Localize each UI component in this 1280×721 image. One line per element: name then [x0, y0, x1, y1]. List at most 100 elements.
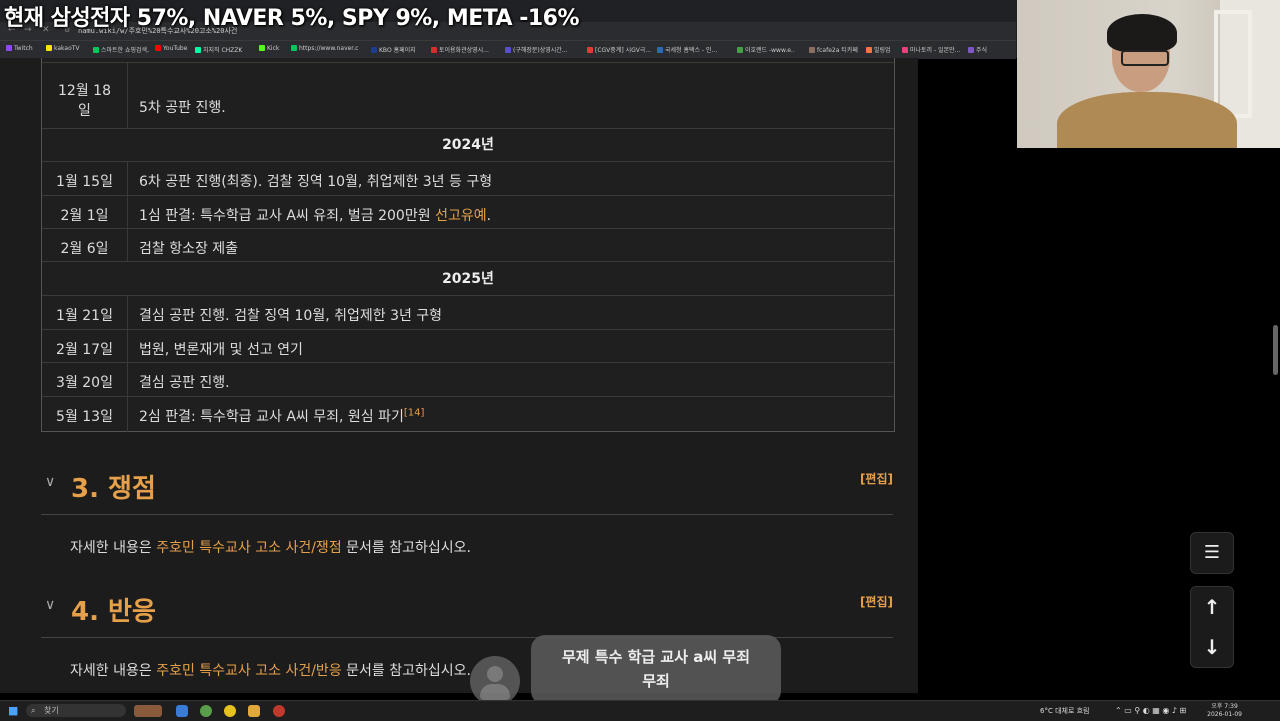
- bookmark-label: 주식: [976, 47, 988, 54]
- bookmark-label: 토이용화관상영시...: [439, 47, 489, 54]
- caption-line: 무죄: [642, 672, 670, 690]
- bookmark-item[interactable]: 이호랜드 -www.e..: [737, 45, 807, 55]
- bookmark-favicon-icon: [431, 47, 437, 53]
- link-sub-document[interactable]: 주호민 특수교사 고소 사건/쟁점: [156, 540, 342, 556]
- edit-link[interactable]: [편집]: [860, 470, 893, 487]
- section-paragraph: 자세한 내용은 주호민 특수교사 고소 사건/반응 문서를 참고하십시오.: [70, 663, 471, 679]
- bookmark-label: Kick: [267, 45, 280, 52]
- bookmark-favicon-icon: [6, 45, 12, 51]
- windows-start-icon[interactable]: ■: [8, 704, 18, 717]
- collapse-chevron-icon[interactable]: ∨: [45, 474, 55, 490]
- table-cell-desc: 2심 판결: 특수학급 교사 A씨 무죄, 원심 파기[14]: [139, 407, 425, 425]
- bookmark-item[interactable]: Twitch: [6, 45, 44, 55]
- bookmark-label: YouTube: [163, 45, 188, 52]
- link-sub-document[interactable]: 주호민 특수교사 고소 사건/반응: [156, 663, 342, 679]
- webcam-feed: [1017, 0, 1280, 148]
- table-cell-date: 12월 18 일: [58, 83, 111, 119]
- bookmark-favicon-icon: [809, 47, 815, 53]
- bookmark-item[interactable]: 주식: [968, 45, 998, 55]
- table-row: 3월 20일 결심 공판 진행.: [42, 362, 894, 397]
- bookmark-label: 치지직 CHZZK: [203, 47, 243, 54]
- table-cell-desc: 6차 공판 진행(최종). 검찰 징역 10월, 취업제한 3년 등 구형: [139, 174, 493, 190]
- bookmark-item[interactable]: Kick: [259, 45, 289, 55]
- bookmark-favicon-icon: [155, 45, 161, 51]
- search-icon: ⌕: [31, 706, 36, 715]
- taskbar-search[interactable]: ⌕ 찾기: [26, 704, 126, 717]
- weather-status[interactable]: 6°C 대체로 흐림: [1040, 706, 1090, 716]
- table-cell-desc: 검찰 항소장 제출: [139, 241, 239, 257]
- system-tray-icons[interactable]: ⌃ ▭ ⚲ ◐ ▦ ◉ ♪ ⊞: [1115, 706, 1186, 715]
- toc-button[interactable]: ☰: [1190, 532, 1234, 574]
- bookmark-item[interactable]: 토이용화관상영시...: [431, 45, 503, 55]
- folder-icon[interactable]: [248, 705, 260, 717]
- bookmark-favicon-icon: [259, 45, 265, 51]
- table-cell-desc: 1심 판결: 특수학급 교사 A씨 유죄, 벌금 200만원 선고유예.: [139, 208, 492, 224]
- bookmark-favicon-icon: [195, 47, 201, 53]
- table-cell-date: 2월 17일: [56, 342, 113, 358]
- scroll-up-button[interactable]: ↑: [1191, 587, 1233, 627]
- bookmark-item[interactable]: fcafe2a 티카페: [809, 45, 864, 55]
- bookmark-favicon-icon: [371, 47, 377, 53]
- bookmark-item[interactable]: 빌링업: [866, 45, 900, 55]
- table-row: 5월 13일 2심 판결: 특수학급 교사 A씨 무죄, 원심 파기[14]: [42, 396, 894, 432]
- clock[interactable]: 오후 7:39 2026-01-09: [1207, 703, 1242, 719]
- footnote-link[interactable]: [14]: [404, 407, 425, 418]
- bookmarks-bar: Twitch kakaoTV 스마트한 쇼핑검색, YouTube 치지직 CHZZK K…: [0, 40, 1016, 59]
- table-row: 2월 6일 검찰 항소장 제출: [42, 228, 894, 262]
- chrome-icon[interactable]: [200, 705, 212, 717]
- section-heading[interactable]: 4. 반응: [71, 591, 156, 628]
- bookmark-favicon-icon: [93, 47, 99, 53]
- widget-icon[interactable]: [134, 705, 162, 717]
- bookmark-item[interactable]: kakaoTV: [46, 45, 91, 55]
- table-cell-desc: 결심 공판 진행. 검찰 징역 10월, 취업제한 3년 구형: [139, 308, 443, 324]
- scroll-buttons: ↑ ↓: [1190, 586, 1234, 668]
- caption-avatar: [470, 656, 520, 706]
- bookmark-item[interactable]: 마나토끼 - 일본만...: [902, 45, 966, 55]
- copilot-icon[interactable]: [176, 705, 188, 717]
- bookmark-item[interactable]: 치지직 CHZZK: [195, 45, 257, 55]
- table-cell-date: 5월 13일: [56, 409, 113, 425]
- bookmark-item[interactable]: [CGV중계] 시GV극...: [587, 45, 655, 55]
- scroll-down-button[interactable]: ↓: [1191, 627, 1233, 667]
- live-caption: 무제 특수 학급 교사 a씨 무죄 무죄: [531, 635, 781, 705]
- table-row: 1월 21일 결심 공판 진행. 검찰 징역 10월, 취업제한 3년 구형: [42, 295, 894, 330]
- table-year-row: 2025년: [42, 261, 894, 296]
- link-seongoyuye[interactable]: 선고유예: [435, 208, 487, 224]
- bookmark-label: 국세청 홈택스 - 인...: [665, 47, 718, 54]
- section-heading[interactable]: 3. 쟁점: [71, 468, 156, 505]
- table-cell-desc: 5차 공판 진행.: [139, 100, 226, 116]
- edit-link[interactable]: [편집]: [860, 593, 893, 610]
- bookmark-label: kakaoTV: [54, 45, 80, 52]
- table-cell-date: 1월 21일: [56, 308, 113, 324]
- caption-line: 무제 특수 학급 교사 a씨 무죄: [561, 648, 751, 666]
- bookmark-favicon-icon: [291, 45, 297, 51]
- bookmark-label: https://www.naver.c: [299, 45, 359, 52]
- bookmark-favicon-icon: [657, 47, 663, 53]
- bookmark-item[interactable]: https://www.naver.c: [291, 45, 369, 55]
- bookmark-favicon-icon: [866, 47, 872, 53]
- bookmark-item[interactable]: YouTube: [155, 45, 193, 55]
- bookmark-favicon-icon: [587, 47, 593, 53]
- search-label: 찾기: [44, 706, 59, 715]
- bookmark-favicon-icon: [902, 47, 908, 53]
- bookmark-item[interactable]: (구해장문)상영시간...: [505, 45, 585, 55]
- bookmark-label: [CGV중계] 시GV극...: [595, 47, 652, 54]
- scrollbar-thumb[interactable]: [1273, 325, 1278, 375]
- app-icon[interactable]: [224, 705, 236, 717]
- bookmark-favicon-icon: [46, 45, 52, 51]
- bookmark-item[interactable]: 스마트한 쇼핑검색,: [93, 45, 153, 55]
- table-cell-date: 3월 20일: [56, 375, 113, 391]
- table-cell-date: 1월 15일: [56, 174, 113, 190]
- bookmark-item[interactable]: KBO 홈페이지: [371, 45, 429, 55]
- bookmark-favicon-icon: [737, 47, 743, 53]
- collapse-chevron-icon[interactable]: ∨: [45, 597, 55, 613]
- recording-icon[interactable]: [273, 705, 285, 717]
- bookmark-label: 스마트한 쇼핑검색,: [101, 47, 149, 54]
- table-cell-desc: 결심 공판 진행.: [139, 375, 230, 391]
- stream-overlay-banner: 현재 삼성전자 57%, NAVER 5%, SPY 9%, META -16%: [4, 6, 580, 31]
- bookmark-label: (구해장문)상영시간...: [513, 47, 568, 54]
- bookmark-label: fcafe2a 티카페: [817, 47, 858, 54]
- bookmark-label: Twitch: [14, 45, 33, 52]
- bookmark-item[interactable]: 국세청 홈택스 - 인...: [657, 45, 735, 55]
- table-row: 12월 18 일 5차 공판 진행.: [42, 62, 894, 129]
